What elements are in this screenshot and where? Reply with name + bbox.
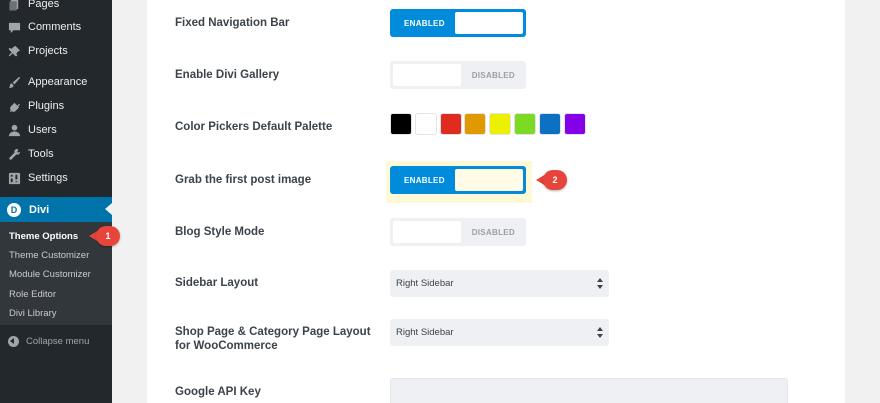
current-menu-arrow-icon xyxy=(105,203,112,215)
shop-layout-select[interactable]: Right Sidebar xyxy=(390,319,609,346)
sidebar-layout-select[interactable]: Right Sidebar xyxy=(390,270,609,297)
callout-number: 1 xyxy=(96,226,120,246)
menu-item-users[interactable]: Users xyxy=(0,118,112,142)
select-value: Right Sidebar xyxy=(396,278,454,289)
color-swatch-black[interactable] xyxy=(390,113,412,135)
menu-item-label: Settings xyxy=(28,172,68,184)
color-palette xyxy=(390,113,588,135)
select-arrows-icon xyxy=(597,278,603,289)
toggle-knob xyxy=(393,64,461,86)
collapse-arrow-icon xyxy=(8,335,19,347)
menu-item-label: Plugins xyxy=(28,100,65,112)
toggle-state-text: ENABLED xyxy=(404,18,445,28)
callout-number: 2 xyxy=(543,170,567,190)
menu-item-appearance[interactable]: Appearance xyxy=(0,70,112,94)
select-arrows-icon xyxy=(597,327,603,338)
tools-icon xyxy=(7,147,21,161)
color-swatch-orange[interactable] xyxy=(464,113,487,135)
option-label-divi-gallery: Enable Divi Gallery xyxy=(175,69,280,81)
admin-sidebar: Pages Comments Projects Appearance Plugi… xyxy=(0,0,112,403)
appearance-icon xyxy=(7,75,21,89)
divi-gallery-toggle[interactable]: DISABLED xyxy=(390,61,526,89)
theme-options-panel: Fixed Navigation Bar ENABLED Enable Divi… xyxy=(147,0,845,403)
option-label-shop-layout: Shop Page & Category Page Layout for Woo… xyxy=(175,325,371,353)
option-label-color-palette: Color Pickers Default Palette xyxy=(175,121,333,133)
submenu-item-role-editor[interactable]: Role Editor xyxy=(9,289,56,300)
color-swatch-yellow[interactable] xyxy=(489,113,512,135)
color-swatch-white[interactable] xyxy=(414,113,437,135)
comments-icon xyxy=(7,20,21,34)
fixed-navigation-toggle[interactable]: ENABLED xyxy=(390,9,526,37)
menu-item-settings[interactable]: Settings xyxy=(0,166,112,190)
divi-logo-icon: D xyxy=(7,202,21,217)
color-swatch-blue[interactable] xyxy=(538,113,561,135)
settings-icon xyxy=(7,171,21,185)
users-icon xyxy=(7,123,21,137)
option-label-first-post-image: Grab the first post image xyxy=(175,174,312,186)
menu-item-label: Users xyxy=(28,124,57,136)
menu-item-comments[interactable]: Comments xyxy=(0,15,112,39)
collapse-menu-label: Collapse menu xyxy=(26,335,90,347)
submenu-item-module-customizer[interactable]: Module Customizer xyxy=(9,269,91,280)
menu-item-plugins[interactable]: Plugins xyxy=(0,94,112,118)
menu-item-divi[interactable]: D Divi xyxy=(0,197,112,222)
plugins-icon xyxy=(7,99,21,113)
color-swatch-red[interactable] xyxy=(439,113,462,135)
menu-item-label: Appearance xyxy=(28,76,88,88)
option-label-google-api-key: Google API Key xyxy=(175,386,261,398)
option-label-line: Shop Page & Category Page Layout xyxy=(175,326,371,338)
color-swatch-purple[interactable] xyxy=(563,113,586,135)
menu-item-label: Tools xyxy=(28,148,54,160)
submenu-item-theme-customizer[interactable]: Theme Customizer xyxy=(9,250,89,261)
menu-item-tools[interactable]: Tools xyxy=(0,142,112,166)
option-label-blog-style: Blog Style Mode xyxy=(175,226,265,238)
select-value: Right Sidebar xyxy=(396,327,454,338)
toggle-state-text: DISABLED xyxy=(471,70,515,80)
toggle-state-text: DISABLED xyxy=(471,227,515,237)
menu-item-label: Projects xyxy=(28,45,68,57)
collapse-menu-button[interactable]: Collapse menu xyxy=(0,333,112,349)
submenu-item-divi-library[interactable]: Divi Library xyxy=(9,308,57,319)
projects-icon xyxy=(7,44,21,58)
option-label-sidebar-layout: Sidebar Layout xyxy=(175,277,259,289)
toggle-state-text: ENABLED xyxy=(404,175,445,185)
menu-item-label: Pages xyxy=(28,0,60,10)
option-label-fixed-navigation: Fixed Navigation Bar xyxy=(175,17,290,29)
menu-item-label: Comments xyxy=(28,21,82,33)
option-label-line: for WooCommerce xyxy=(175,340,278,352)
toggle-knob xyxy=(393,221,461,243)
toggle-knob xyxy=(455,12,523,34)
google-api-key-input[interactable] xyxy=(390,378,788,403)
pages-icon xyxy=(7,0,21,11)
color-swatch-green[interactable] xyxy=(513,113,536,135)
menu-item-projects[interactable]: Projects xyxy=(0,39,112,63)
toggle-knob xyxy=(455,169,523,191)
first-post-image-toggle[interactable]: ENABLED xyxy=(390,166,526,194)
submenu-item-theme-options[interactable]: Theme Options xyxy=(9,231,78,242)
blog-style-toggle[interactable]: DISABLED xyxy=(390,218,526,246)
menu-item-label: Divi xyxy=(29,203,50,216)
menu-item-pages[interactable]: Pages xyxy=(0,0,112,16)
